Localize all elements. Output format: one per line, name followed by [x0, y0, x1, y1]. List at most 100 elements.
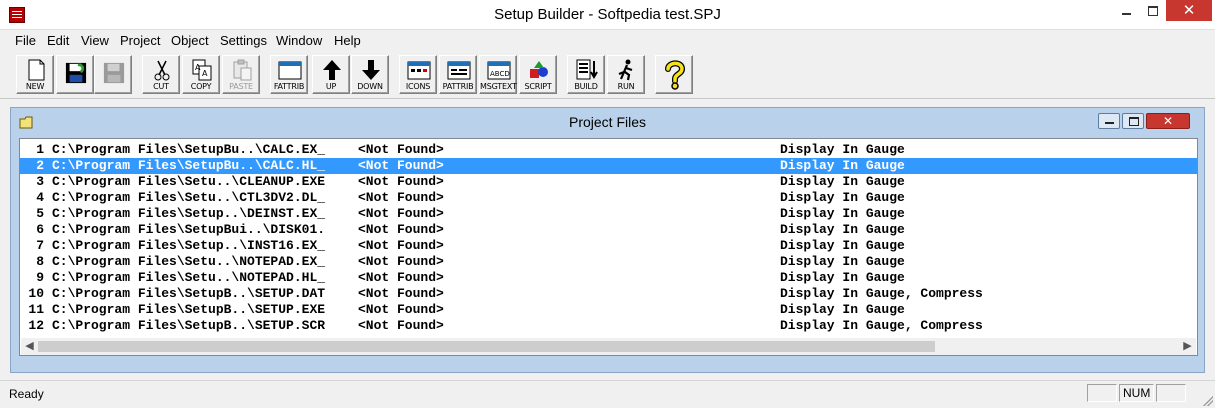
file-path: C:\Program Files\Setup..\DEINST.EX_	[52, 206, 326, 221]
scrollbar-thumb[interactable]	[38, 341, 935, 352]
resize-grip[interactable]	[1203, 396, 1213, 406]
file-path: C:\Program Files\SetupB..\SETUP.SCR	[52, 318, 326, 333]
run-button[interactable]: RUN	[607, 55, 645, 94]
msgtext-label: MSGTEXT	[480, 82, 517, 91]
row-number: 7	[36, 238, 44, 253]
file-attributes: Display In Gauge	[780, 302, 905, 317]
table-row[interactable]: 12 C:\Program Files\SetupB..\SETUP.SCR <No…	[20, 318, 1197, 334]
copy-icon: AA	[192, 59, 212, 81]
fattrib-button[interactable]: FATTRIB	[270, 55, 308, 94]
project-files-list[interactable]: 1 C:\Program Files\SetupBu..\CALC.EX_ <Not…	[19, 138, 1198, 356]
child-window-title: Project Files	[568, 114, 647, 130]
paste-label: PASTE	[229, 82, 253, 91]
icons-label: ICONS	[405, 82, 431, 91]
msgtext-button[interactable]: ABCD MSGTEXT	[479, 55, 517, 94]
file-attributes: Display In Gauge	[780, 270, 905, 285]
file-status: <Not Found>	[358, 222, 444, 237]
row-number: 3	[36, 174, 44, 189]
menu-settings[interactable]: Settings	[220, 33, 267, 48]
new-button[interactable]: NEW	[16, 55, 54, 94]
file-attributes: Display In Gauge	[780, 222, 905, 237]
file-attributes: Display In Gauge, Compress	[780, 286, 983, 301]
up-button[interactable]: UP	[312, 55, 350, 94]
file-path: C:\Program Files\SetupBui..\DISK01.	[52, 222, 326, 237]
file-status: <Not Found>	[358, 174, 444, 189]
cut-label: CUT	[153, 82, 169, 91]
file-path: C:\Program Files\SetupB..\SETUP.EXE	[52, 302, 326, 317]
table-row[interactable]: 11 C:\Program Files\SetupB..\SETUP.EXE <No…	[20, 302, 1197, 318]
minimize-button[interactable]	[1113, 0, 1139, 21]
save-button[interactable]	[56, 55, 94, 94]
copy-button[interactable]: AA COPY	[182, 55, 220, 94]
file-path: C:\Program Files\Setu..\CTL3DV2.DL_	[52, 190, 326, 205]
table-row[interactable]: 3 C:\Program Files\Setu..\CLEANUP.EXE <Not…	[20, 174, 1197, 190]
table-row[interactable]: 10 C:\Program Files\SetupB..\SETUP.DAT <No…	[20, 286, 1197, 302]
project-files-window: Project Files ✕ 1 C:\Program Files\SetupB…	[10, 107, 1205, 373]
menu-file[interactable]: File	[15, 33, 36, 48]
up-label: UP	[325, 82, 337, 91]
child-maximize-button[interactable]	[1122, 113, 1144, 129]
help-button[interactable]	[655, 55, 693, 94]
mdi-client-area: Project Files ✕ 1 C:\Program Files\SetupB…	[0, 99, 1215, 380]
minimize-icon	[1121, 13, 1131, 16]
build-label: BUILD	[574, 82, 598, 91]
build-button[interactable]: BUILD	[567, 55, 605, 94]
table-row[interactable]: 7 C:\Program Files\Setup..\INST16.EX_ <Not…	[20, 238, 1197, 254]
cut-button[interactable]: CUT	[142, 55, 180, 94]
close-icon: ✕	[1182, 2, 1196, 19]
row-number: 6	[36, 222, 44, 237]
table-row[interactable]: 4 C:\Program Files\Setu..\CTL3DV2.DL_ <Not…	[20, 190, 1197, 206]
down-button[interactable]: DOWN	[351, 55, 389, 94]
file-path: C:\Program Files\SetupBu..\CALC.EX_	[52, 142, 326, 157]
new-label: NEW	[25, 82, 45, 91]
status-bar: Ready NUM	[0, 380, 1215, 408]
file-status: <Not Found>	[358, 142, 444, 157]
table-row[interactable]: 2 C:\Program Files\SetupBu..\CALC.HL_ <Not…	[20, 158, 1197, 174]
scroll-left-button[interactable]: ◀	[21, 338, 38, 355]
file-path: C:\Program Files\Setu..\NOTEPAD.HL_	[52, 270, 326, 285]
svg-text:ABCD: ABCD	[490, 70, 510, 78]
table-row[interactable]: 6 C:\Program Files\SetupBui..\DISK01. <Not…	[20, 222, 1197, 238]
file-attributes: Display In Gauge, Compress	[780, 318, 983, 333]
file-status: <Not Found>	[358, 206, 444, 221]
close-button[interactable]: ✕	[1166, 0, 1212, 21]
file-attributes: Display In Gauge	[780, 158, 905, 173]
menu-window[interactable]: Window	[276, 33, 322, 48]
file-status: <Not Found>	[358, 318, 444, 333]
paste-button[interactable]: PASTE	[222, 55, 260, 94]
menu-view[interactable]: View	[81, 33, 109, 48]
scroll-right-button[interactable]: ▶	[1179, 338, 1196, 355]
menu-help[interactable]: Help	[334, 33, 361, 48]
table-row[interactable]: 5 C:\Program Files\Setup..\DEINST.EX_ <Not…	[20, 206, 1197, 222]
table-row[interactable]: 1 C:\Program Files\SetupBu..\CALC.EX_ <Not…	[20, 142, 1197, 158]
file-status: <Not Found>	[358, 254, 444, 269]
row-number: 1	[36, 142, 44, 157]
build-icon	[576, 59, 598, 80]
menu-bar: File Edit View Project Object Settings W…	[0, 30, 1215, 51]
table-row[interactable]: 9 C:\Program Files\Setu..\NOTEPAD.HL_ <Not…	[20, 270, 1197, 286]
table-row[interactable]: 8 C:\Program Files\Setu..\NOTEPAD.EX_ <Not…	[20, 254, 1197, 270]
arrow-up-icon	[323, 60, 341, 80]
child-close-button[interactable]: ✕	[1146, 113, 1190, 129]
row-number: 9	[36, 270, 44, 285]
script-button[interactable]: SCRIPT	[519, 55, 557, 94]
row-number: 2	[36, 158, 44, 173]
menu-object[interactable]: Object	[171, 33, 209, 48]
file-path: C:\Program Files\SetupBu..\CALC.HL_	[52, 158, 326, 173]
horizontal-scrollbar[interactable]: ◀ ▶	[21, 338, 1196, 355]
maximize-button[interactable]	[1139, 0, 1166, 21]
svg-text:A: A	[195, 63, 201, 72]
menu-edit[interactable]: Edit	[47, 33, 69, 48]
floppy-disk-icon	[65, 62, 87, 84]
icons-button[interactable]: ICONS	[399, 55, 437, 94]
svg-text:A: A	[202, 69, 208, 78]
pattrib-button[interactable]: PATTRIB	[439, 55, 477, 94]
save-all-button[interactable]	[94, 55, 132, 94]
script-shapes-icon	[530, 61, 548, 78]
window-title: Setup Builder - Softpedia test.SPJ	[494, 6, 721, 23]
file-status: <Not Found>	[358, 158, 444, 173]
copy-label: COPY	[190, 82, 212, 91]
menu-project[interactable]: Project	[120, 33, 160, 48]
title-bar: Setup Builder - Softpedia test.SPJ ✕	[0, 0, 1215, 30]
child-minimize-button[interactable]	[1098, 113, 1120, 129]
